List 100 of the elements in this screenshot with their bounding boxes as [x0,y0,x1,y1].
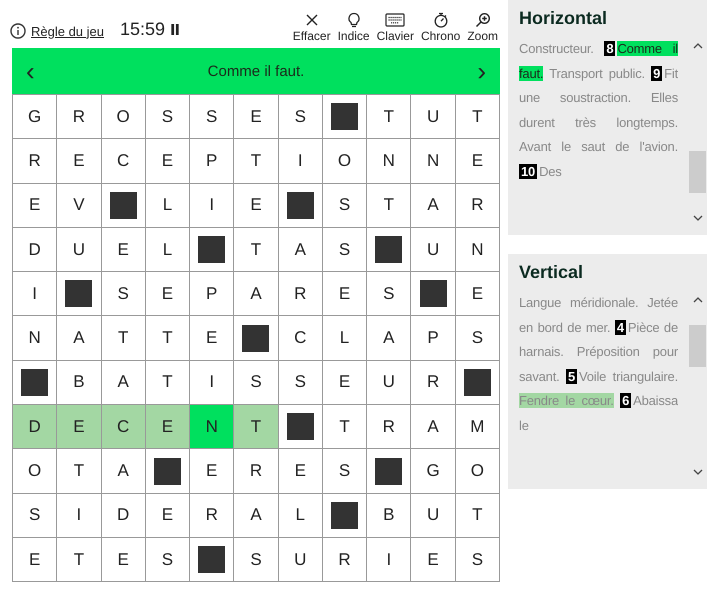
grid-cell[interactable]: R [234,449,279,494]
grid-cell[interactable]: A [234,272,279,316]
tool-button[interactable]: Effacer [292,12,331,43]
grid-cell[interactable]: A [278,228,323,272]
previous-button[interactable]: ‹ [22,58,39,84]
scrollbar-thumb[interactable] [689,151,706,193]
grid-cell[interactable]: O [456,449,500,494]
grid-cell[interactable]: T [234,139,279,184]
grid-cell[interactable]: E [190,449,234,494]
scroll-up-icon[interactable] [692,297,702,303]
grid-cell[interactable]: B [57,360,102,406]
grid-cell[interactable]: N [411,139,456,184]
grid-cell[interactable]: M [456,405,500,450]
grid-cell[interactable]: U [278,538,323,582]
clue-list[interactable]: Langue méridionale. Jetée en bord de mer. 4 Pièce de harnais. Préposition pour savant. 5 Voile triangulaire. Fendre le cœur. 6 Abaissa le [519,291,678,463]
grid-cell[interactable]: S [13,494,58,538]
grid-cell[interactable]: S [234,538,279,582]
scroll-down-icon[interactable] [692,215,702,221]
grid-cell[interactable]: D [13,228,58,272]
grid-cell[interactable]: T [456,494,500,538]
grid-cell[interactable]: R [456,184,500,228]
grid-cell[interactable]: T [367,95,412,140]
grid-cell[interactable]: A [411,405,456,450]
grid-cell[interactable]: T [234,228,279,272]
grid-cell[interactable]: E [146,139,190,184]
grid-cell[interactable]: D [13,405,58,450]
grid-cell[interactable]: E [146,405,190,450]
tool-button[interactable]: Chrono [420,12,460,43]
grid-cell[interactable]: E [278,449,323,494]
grid-cell[interactable]: E [411,538,456,582]
tool-button[interactable]: Zoom [467,12,498,43]
grid-cell[interactable]: E [234,95,279,140]
grid-cell[interactable]: U [57,228,102,272]
grid-cell[interactable]: T [102,316,146,361]
grid-cell[interactable]: B [367,494,412,538]
scroll-up-icon[interactable] [692,43,702,49]
grid-cell[interactable]: C [102,405,146,450]
tool-button[interactable]: Indice [338,12,370,43]
grid-cell[interactable]: S [146,95,190,140]
grid-cell[interactable]: E [57,405,102,450]
grid-cell[interactable]: L [322,316,368,361]
grid-cell[interactable]: I [190,184,234,228]
grid-cell[interactable]: G [13,95,58,140]
grid-cell[interactable]: S [456,316,500,361]
next-button[interactable]: › [473,58,490,84]
grid-cell[interactable]: P [190,272,234,316]
grid-cell[interactable]: E [146,494,190,538]
grid-cell[interactable]: V [57,184,102,228]
grid-cell[interactable]: E [456,272,500,316]
grid-cell[interactable]: R [190,494,234,538]
rules-link[interactable]: Règle du jeu [31,24,104,38]
grid-cell[interactable]: T [57,538,102,582]
grid-cell[interactable]: S [322,184,368,228]
grid-cell[interactable]: A [57,316,102,361]
grid-cell[interactable]: U [411,95,456,140]
grid-cell[interactable]: S [190,95,234,140]
grid-cell[interactable]: T [57,449,102,494]
grid-cell[interactable]: E [322,360,368,406]
grid-cell[interactable]: A [411,184,456,228]
grid-cell[interactable]: R [411,360,456,406]
grid-cell[interactable]: G [411,449,456,494]
grid-cell[interactable]: E [102,228,146,272]
grid-cell[interactable]: N [367,139,412,184]
scroll-down-icon[interactable] [692,469,702,475]
grid-cell[interactable]: E [322,272,368,316]
grid-cell[interactable]: S [322,449,368,494]
grid-cell[interactable]: L [278,494,323,538]
grid-cell[interactable]: U [411,494,456,538]
grid-cell[interactable]: R [278,272,323,316]
grid-cell[interactable]: L [146,184,190,228]
grid-cell[interactable]: S [234,360,279,406]
grid-cell[interactable]: N [13,316,58,361]
grid-cell[interactable]: P [190,139,234,184]
grid-cell[interactable]: A [102,360,146,406]
grid-cell[interactable]: E [234,184,279,228]
clue-list[interactable]: Constructeur. 8 Comme il faut. Transport public. 9 Fit une soustraction. Elles durent très longtemps. Avant le saut de l'avion. 10 Des [519,37,678,209]
grid-cell[interactable]: S [278,360,323,406]
grid-cell[interactable]: T [322,405,368,450]
grid-cell[interactable]: O [102,95,146,140]
grid-cell[interactable]: I [57,494,102,538]
grid-cell[interactable]: S [278,95,323,140]
grid-cell[interactable]: E [13,538,58,582]
grid-cell[interactable]: R [13,139,58,184]
grid-cell[interactable]: E [146,272,190,316]
grid-cell[interactable]: T [456,95,500,140]
grid-cell[interactable]: I [278,139,323,184]
grid-cell[interactable]: T [234,405,279,450]
grid-cell[interactable]: S [367,272,412,316]
grid-cell[interactable]: C [102,139,146,184]
grid-cell[interactable]: L [146,228,190,272]
grid-cell[interactable]: A [367,316,412,361]
grid-cell[interactable]: C [278,316,323,361]
grid-cell[interactable]: E [102,538,146,582]
grid-cell[interactable]: I [13,272,58,316]
grid-cell[interactable]: S [456,538,500,582]
grid-cell[interactable]: E [13,184,58,228]
grid-cell[interactable]: P [411,316,456,361]
grid-cell[interactable]: O [322,139,368,184]
grid-cell[interactable]: S [146,538,190,582]
scrollbar-thumb[interactable] [689,325,706,367]
